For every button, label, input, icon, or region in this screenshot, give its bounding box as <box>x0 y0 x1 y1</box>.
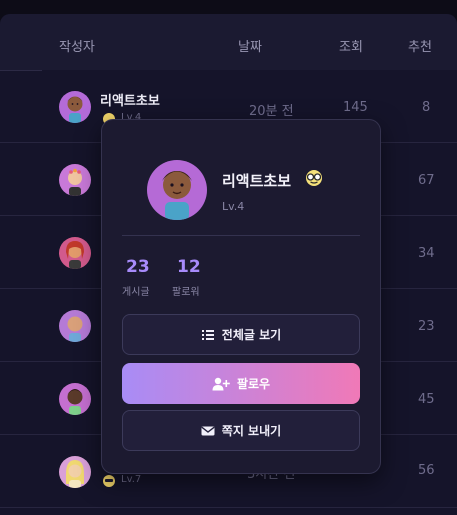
row-likes: 34 <box>418 246 435 261</box>
envelope-icon <box>201 424 215 438</box>
list-icon <box>201 328 215 342</box>
profile-level: Lv.4 <box>222 200 245 213</box>
row-likes: 67 <box>418 173 435 188</box>
followers-count: 12 <box>177 257 201 277</box>
posts-label: 게시글 <box>122 287 150 298</box>
row-likes: 8 <box>422 100 431 115</box>
view-all-posts-label: 전체글 보기 <box>221 328 282 342</box>
row-level: Lv.7 <box>121 474 142 485</box>
avatar[interactable] <box>59 237 91 269</box>
row-date: 20분 전 <box>249 104 294 119</box>
view-all-posts-button[interactable]: 전체글 보기 <box>122 314 360 355</box>
follow-button[interactable]: 팔로우 <box>122 363 360 404</box>
avatar[interactable] <box>59 91 91 123</box>
card-divider <box>122 235 360 236</box>
row-likes: 23 <box>418 319 435 334</box>
row-likes: 45 <box>418 392 435 407</box>
followers-label: 팔로워 <box>172 287 200 298</box>
header-date: 날짜 <box>238 40 262 55</box>
profile-card: 리액트초보 Lv.4 23 게시글 12 팔로워 전체글 보기 팔로우 쪽지 보… <box>101 119 381 474</box>
header-likes: 추천 <box>408 40 432 55</box>
user-plus-icon <box>212 377 230 391</box>
avatar[interactable] <box>59 164 91 196</box>
avatar[interactable] <box>59 383 91 415</box>
profile-avatar[interactable] <box>147 160 207 220</box>
row-author-name[interactable]: 리액트초보 <box>100 90 160 109</box>
header-views: 조회 <box>339 40 363 55</box>
header-author: 작성자 <box>59 40 95 55</box>
profile-name: 리액트초보 <box>222 172 292 190</box>
follow-label: 팔로우 <box>236 377 271 391</box>
posts-count: 23 <box>126 257 150 277</box>
nerd-glasses-icon <box>304 169 324 187</box>
row-views: 145 <box>343 100 368 115</box>
send-message-label: 쪽지 보내기 <box>221 424 282 438</box>
avatar[interactable] <box>59 310 91 342</box>
level-icon <box>101 473 117 487</box>
avatar[interactable] <box>59 456 91 488</box>
row-likes: 56 <box>418 463 435 478</box>
send-message-button[interactable]: 쪽지 보내기 <box>122 410 360 451</box>
